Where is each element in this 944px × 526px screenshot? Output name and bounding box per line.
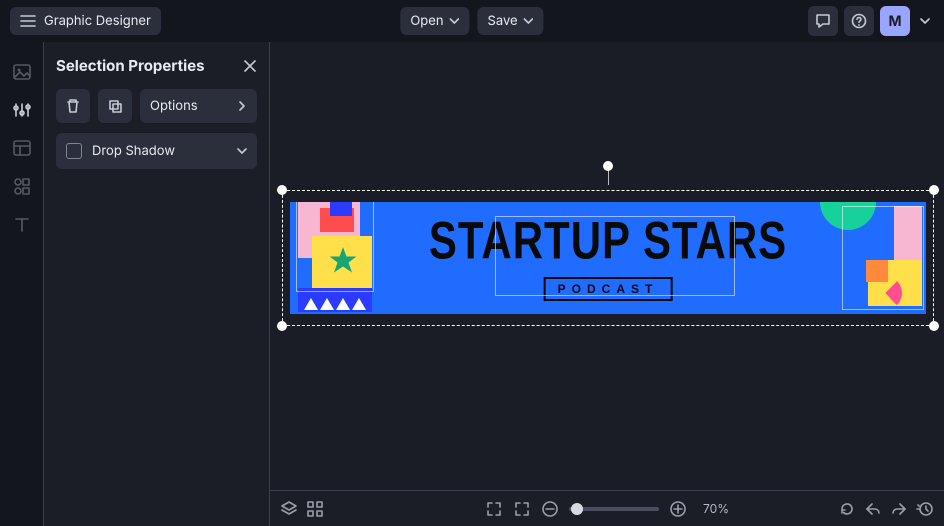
shape-pink-rect-2: [894, 206, 922, 260]
zoom-out-button[interactable]: [541, 500, 559, 518]
selected-object[interactable]: STARTUP STARS PODCAST: [282, 190, 934, 326]
drop-shadow-label: Drop Shadow: [92, 143, 227, 159]
options-label: Options: [150, 98, 198, 114]
chevron-right-icon: [237, 101, 247, 111]
zoom-slider-thumb[interactable]: [571, 503, 583, 515]
chevron-down-icon: [450, 16, 460, 26]
delete-button[interactable]: [56, 89, 90, 123]
bottom-bar: 70%: [270, 490, 944, 526]
drop-shadow-toggle[interactable]: Drop Shadow: [56, 133, 257, 169]
shape-triangle-band: [298, 288, 372, 312]
save-button[interactable]: Save: [478, 7, 544, 35]
user-avatar[interactable]: M: [880, 6, 910, 36]
zoom-in-button[interactable]: [669, 500, 687, 518]
resize-handle-tr[interactable]: [929, 185, 939, 195]
grid-view-button[interactable]: [306, 500, 324, 518]
undo-button[interactable]: [864, 500, 882, 518]
history-button[interactable]: [916, 500, 934, 518]
resize-handle-br[interactable]: [929, 321, 939, 331]
open-label: Open: [410, 13, 443, 29]
redo-button[interactable]: [890, 500, 908, 518]
banner-design[interactable]: STARTUP STARS PODCAST: [290, 202, 926, 314]
chevron-down-icon: [524, 16, 534, 26]
tool-templates[interactable]: [10, 136, 34, 160]
duplicate-button[interactable]: [98, 89, 132, 123]
fullscreen-button[interactable]: [485, 500, 503, 518]
help-button[interactable]: [844, 6, 874, 36]
tool-adjustments[interactable]: [10, 98, 34, 122]
shape-blue-rect: [330, 202, 352, 216]
fit-screen-button[interactable]: [513, 500, 531, 518]
options-menu[interactable]: Options: [140, 89, 257, 123]
canvas-area[interactable]: STARTUP STARS PODCAST: [270, 42, 944, 490]
layers-button[interactable]: [280, 500, 298, 518]
banner-title: STARTUP STARS: [429, 211, 787, 271]
trash-icon: [65, 98, 81, 114]
tool-strip: [0, 42, 44, 526]
app-title-pill[interactable]: Graphic Designer: [10, 7, 161, 35]
tool-image[interactable]: [10, 60, 34, 84]
close-panel-button[interactable]: [243, 59, 257, 73]
open-button[interactable]: Open: [400, 7, 469, 35]
rotate-handle[interactable]: [603, 161, 613, 171]
reset-button[interactable]: [838, 500, 856, 518]
chevron-down-icon: [237, 146, 247, 156]
zoom-value: 70%: [703, 501, 729, 516]
resize-handle-bl[interactable]: [277, 321, 287, 331]
app-title: Graphic Designer: [44, 13, 151, 29]
top-bar: Graphic Designer Open Save: [0, 0, 944, 42]
drop-shadow-checkbox[interactable]: [66, 143, 82, 159]
hamburger-icon: [20, 14, 36, 28]
shape-star: [328, 246, 358, 276]
avatar-initial: M: [888, 13, 901, 30]
tool-shapes[interactable]: [10, 174, 34, 198]
properties-panel: Selection Properties Options Drop Shadow: [44, 42, 270, 526]
panel-title: Selection Properties: [56, 56, 205, 75]
shape-semicircle: [820, 202, 876, 230]
zoom-slider[interactable]: [569, 507, 659, 511]
feedback-button[interactable]: [808, 6, 838, 36]
account-menu-chevron[interactable]: [916, 12, 934, 30]
duplicate-icon: [107, 98, 123, 114]
tool-text[interactable]: [10, 212, 34, 236]
save-label: Save: [488, 13, 518, 29]
banner-subtitle: PODCAST: [544, 277, 673, 301]
help-icon: [851, 13, 867, 29]
chat-icon: [815, 13, 831, 29]
resize-handle-tl[interactable]: [277, 185, 287, 195]
